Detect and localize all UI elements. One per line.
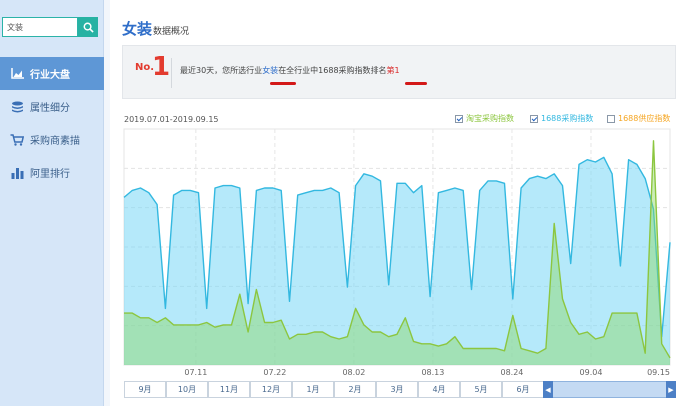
sidebar-item-attribute-breakdown[interactable]: 属性细分 [0, 90, 104, 123]
range-left-handle[interactable]: ◀ [543, 381, 553, 398]
sidebar-menu: 行业大盘 属性细分 采购商素描 阿里排行 [0, 57, 104, 189]
month-button[interactable]: 6月 [502, 381, 544, 398]
sidebar: 行业大盘 属性细分 采购商素描 阿里排行 [0, 0, 104, 406]
month-button[interactable]: 3月 [376, 381, 418, 398]
month-range-selection[interactable] [550, 381, 666, 398]
rank-position: 第1 [386, 66, 400, 75]
x-tick-label: 08.13 [421, 368, 444, 377]
sidebar-item-label: 采购商素描 [30, 136, 80, 147]
shopping-cart-icon [10, 133, 24, 146]
index-trend-chart: 07.11 07.22 08.02 08.13 08.24 09.04 09.15 [122, 125, 672, 380]
month-button[interactable]: 2月 [334, 381, 376, 398]
legend-1688-supply[interactable]: 1688供应指数 [607, 113, 670, 124]
legend-1688-purchase[interactable]: 1688采购指数 [530, 113, 593, 124]
rank-text-part1: 最近30天，您所选行业 [180, 66, 263, 75]
chevron-left-icon: ◀ [545, 385, 551, 394]
x-tick-label: 07.11 [184, 368, 207, 377]
legend-taobao[interactable]: 淘宝采购指数 [455, 113, 514, 124]
legend-label: 淘宝采购指数 [466, 114, 514, 123]
month-button[interactable]: 9月 [124, 381, 166, 398]
date-range-label: 2019.07.01-2019.09.15 [124, 115, 219, 124]
range-right-handle[interactable]: ▶ [666, 381, 676, 398]
search-button[interactable] [78, 17, 98, 37]
sidebar-item-buyer-profile[interactable]: 采购商素描 [0, 123, 104, 156]
rank-underline [405, 82, 427, 85]
layers-icon [10, 101, 24, 113]
search-input[interactable] [2, 17, 78, 37]
sidebar-item-label: 行业大盘 [30, 70, 70, 81]
sidebar-item-ali-ranking[interactable]: 阿里排行 [0, 156, 104, 189]
x-tick-label: 09.04 [580, 368, 603, 377]
page-title-industry: 女装 [122, 20, 153, 38]
banner-divider [171, 58, 172, 88]
legend-label: 1688供应指数 [618, 114, 671, 123]
industry-underline [270, 82, 296, 85]
rank-banner: No. 1 最近30天，您所选行业女装在全行业中1688采购指数排名第1 [122, 45, 676, 99]
rank-number: 1 [152, 52, 171, 82]
checkbox-unchecked-icon[interactable] [607, 114, 615, 123]
chart-svg: 07.11 07.22 08.02 08.13 08.24 09.04 09.15 [123, 128, 671, 377]
x-tick-label: 08.02 [342, 368, 365, 377]
x-tick-label: 07.22 [263, 368, 286, 377]
area-chart-icon [10, 68, 24, 80]
main-panel: 女装 数据概况 No. 1 最近30天，您所选行业女装在全行业中1688采购指数… [110, 0, 676, 406]
page-title: 女装 数据概况 [122, 18, 189, 39]
bar-chart-icon [10, 167, 24, 179]
page-title-subtitle: 数据概况 [153, 27, 190, 37]
month-button[interactable]: 4月 [418, 381, 460, 398]
checkbox-checked-icon[interactable] [455, 114, 463, 123]
search-icon [83, 22, 94, 33]
month-button[interactable]: 5月 [460, 381, 502, 398]
rank-industry: 女装 [262, 66, 279, 75]
legend-label: 1688采购指数 [541, 114, 594, 123]
sidebar-item-industry-overview[interactable]: 行业大盘 [0, 57, 104, 90]
search-box [2, 17, 98, 37]
month-button[interactable]: 1月 [292, 381, 334, 398]
chevron-right-icon: ▶ [668, 385, 674, 394]
month-button[interactable]: 12月 [250, 381, 292, 398]
x-tick-label: 08.24 [500, 368, 523, 377]
sidebar-item-label: 阿里排行 [30, 169, 70, 180]
x-tick-label: 09.15 [647, 368, 670, 377]
month-button[interactable]: 11月 [208, 381, 250, 398]
rank-text-part2: 在全行业中1688采购指数排名 [278, 66, 387, 75]
checkbox-checked-icon[interactable] [530, 114, 538, 123]
sidebar-item-label: 属性细分 [30, 103, 70, 114]
month-button[interactable]: 10月 [166, 381, 208, 398]
rank-summary-text: 最近30天，您所选行业女装在全行业中1688采购指数排名第1 [180, 65, 400, 76]
